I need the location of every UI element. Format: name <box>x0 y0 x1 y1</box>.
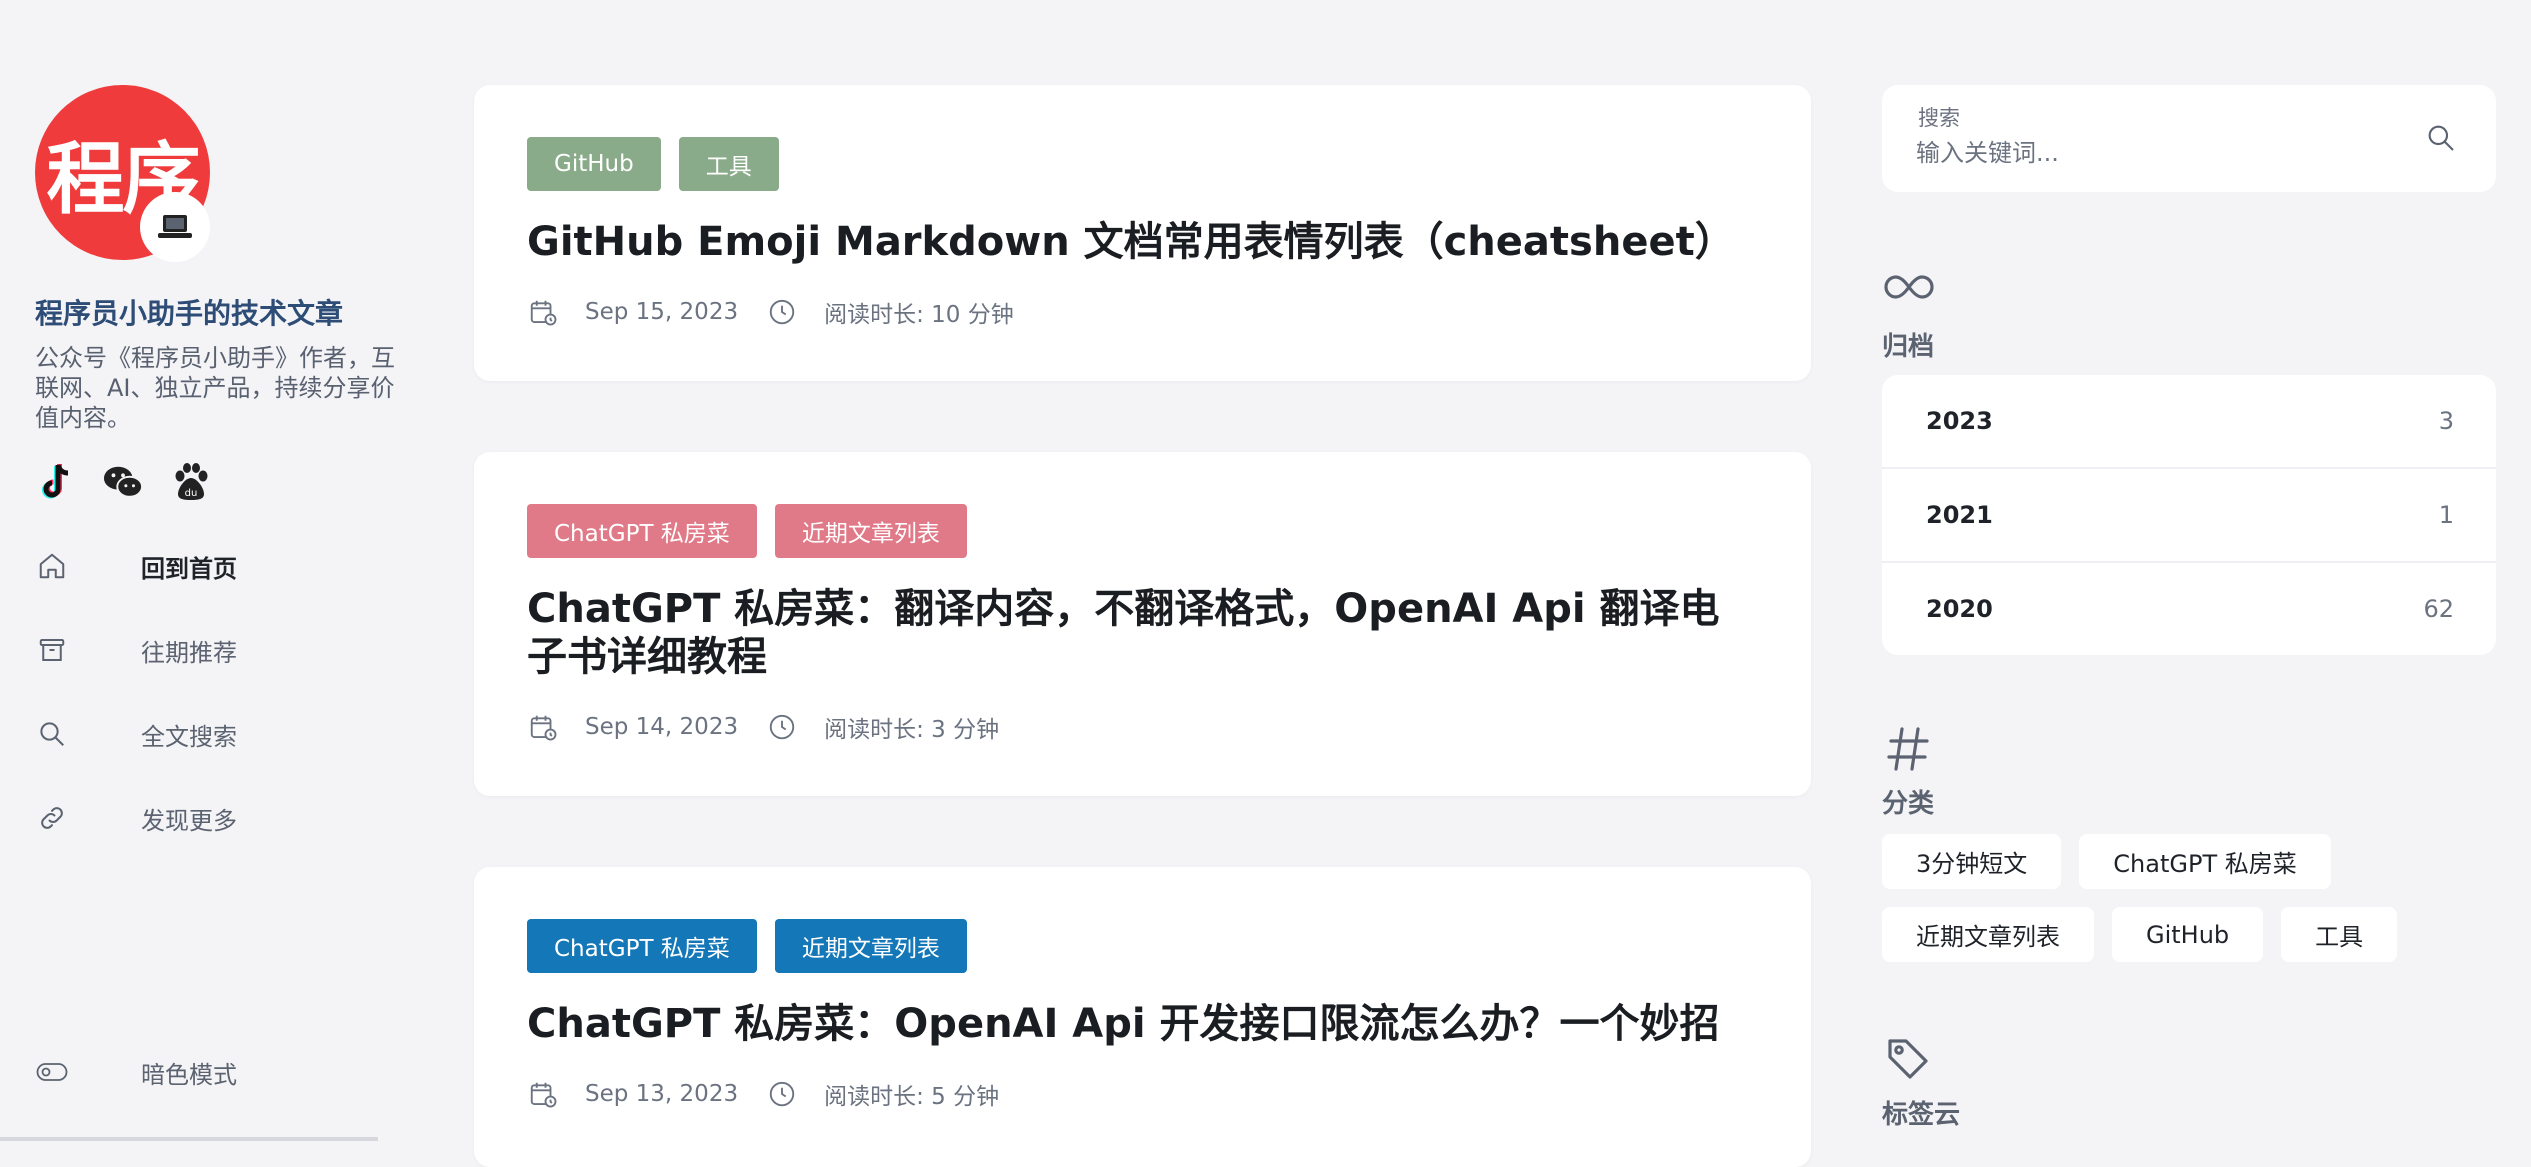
nav-more[interactable]: 发现更多 <box>35 798 237 838</box>
archive-count: 3 <box>2438 407 2454 435</box>
archive-year: 2021 <box>1926 501 1993 529</box>
calendar-icon <box>527 1078 559 1110</box>
post-tag[interactable]: ChatGPT 私房菜 <box>527 504 757 558</box>
categories-heading: 分类 <box>1882 789 1935 819</box>
archive-year: 2020 <box>1926 595 1993 623</box>
nav-search[interactable]: 全文搜索 <box>35 714 237 754</box>
laptop-icon <box>140 192 210 262</box>
social-links: du <box>35 462 211 502</box>
nav-search-label: 全文搜索 <box>141 722 237 751</box>
archive-item[interactable]: 2021 1 <box>1882 469 2496 563</box>
tiktok-icon[interactable] <box>35 462 75 502</box>
search-input[interactable] <box>1916 135 2396 171</box>
search-icon <box>35 717 69 751</box>
post-date: Sep 13, 2023 <box>585 1081 739 1107</box>
search-icon <box>2428 125 2454 151</box>
post-tags: GitHub 工具 <box>527 137 779 191</box>
post-title[interactable]: ChatGPT 私房菜：翻译内容，不翻译格式，OpenAI Api 翻译电子书详… <box>527 585 1757 681</box>
hash-icon <box>1886 725 1930 777</box>
post-read-time: 阅读时长: 3 分钟 <box>824 717 1000 743</box>
search-label: 搜索 <box>1918 106 1960 130</box>
post-meta: Sep 14, 2023 阅读时长: 3 分钟 <box>527 710 999 744</box>
post-tag[interactable]: GitHub <box>527 137 661 191</box>
infinity-icon <box>1884 272 1934 306</box>
svg-text:du: du <box>185 488 198 499</box>
category-chip[interactable]: 工具 <box>2281 907 2398 962</box>
nav-home-label: 回到首页 <box>141 554 237 583</box>
archive-item[interactable]: 2020 62 <box>1882 563 2496 655</box>
archive-count: 1 <box>2438 501 2454 529</box>
nav-archives-label: 往期推荐 <box>141 638 237 667</box>
category-chip[interactable]: GitHub <box>2112 907 2264 962</box>
post-tag[interactable]: ChatGPT 私房菜 <box>527 919 757 973</box>
tag-icon <box>1884 1035 1932 1087</box>
post-card[interactable]: ChatGPT 私房菜 近期文章列表 ChatGPT 私房菜：翻译内容，不翻译格… <box>474 452 1811 796</box>
post-date: Sep 15, 2023 <box>585 299 739 325</box>
post-read-time: 阅读时长: 10 分钟 <box>824 302 1014 328</box>
clock-icon <box>766 296 798 328</box>
toggle-icon <box>35 1055 69 1089</box>
category-chip[interactable]: ChatGPT 私房菜 <box>2079 834 2331 889</box>
post-title[interactable]: ChatGPT 私房菜：OpenAI Api 开发接口限流怎么办？一个妙招 <box>527 1000 1757 1048</box>
tagcloud-heading: 标签云 <box>1882 1100 1961 1130</box>
post-meta: Sep 15, 2023 阅读时长: 10 分钟 <box>527 295 1014 329</box>
post-date: Sep 14, 2023 <box>585 714 739 740</box>
archive-year: 2023 <box>1926 407 1993 435</box>
search-box: 搜索 <box>1882 85 2496 192</box>
archive-item[interactable]: 2023 3 <box>1882 375 2496 469</box>
clock-icon <box>766 711 798 743</box>
post-read-time: 阅读时长: 5 分钟 <box>824 1084 1000 1110</box>
post-meta: Sep 13, 2023 阅读时长: 5 分钟 <box>527 1077 999 1111</box>
link-icon <box>35 801 69 835</box>
calendar-icon <box>527 296 559 328</box>
post-tags: ChatGPT 私房菜 近期文章列表 <box>527 919 967 973</box>
wechat-icon[interactable] <box>103 462 143 502</box>
home-icon <box>35 549 69 583</box>
clock-icon <box>766 1078 798 1110</box>
nav-home[interactable]: 回到首页 <box>35 546 237 586</box>
search-button[interactable] <box>2422 119 2460 157</box>
site-title[interactable]: 程序员小助手的技术文章 <box>35 292 343 332</box>
nav-archives[interactable]: 往期推荐 <box>35 630 237 670</box>
post-card[interactable]: ChatGPT 私房菜 近期文章列表 ChatGPT 私房菜：OpenAI Ap… <box>474 867 1811 1167</box>
archive-count: 62 <box>2423 595 2454 623</box>
post-tag[interactable]: 近期文章列表 <box>774 504 967 558</box>
scrollbar[interactable] <box>0 1137 378 1141</box>
calendar-icon <box>527 711 559 743</box>
post-card[interactable]: GitHub 工具 GitHub Emoji Markdown 文档常用表情列表… <box>474 85 1811 381</box>
nav-more-label: 发现更多 <box>141 806 237 835</box>
post-title[interactable]: GitHub Emoji Markdown 文档常用表情列表（cheatshee… <box>527 218 1757 266</box>
dark-mode-label: 暗色模式 <box>141 1060 237 1089</box>
site-description: 公众号《程序员小助手》作者，互联网、AI、独立产品，持续分享价值内容。 <box>35 344 395 432</box>
post-tag[interactable]: 近期文章列表 <box>774 919 967 973</box>
archive-list: 2023 3 2021 1 2020 62 <box>1882 375 2496 655</box>
dark-mode-toggle[interactable]: 暗色模式 <box>35 1052 237 1092</box>
baidu-icon[interactable]: du <box>171 462 211 502</box>
post-tag[interactable]: 工具 <box>678 137 779 191</box>
category-list: 3分钟短文 ChatGPT 私房菜 近期文章列表 GitHub 工具 <box>1882 834 2502 962</box>
archive-heading: 归档 <box>1882 332 1935 362</box>
category-chip[interactable]: 近期文章列表 <box>1882 907 2094 962</box>
archive-box-icon <box>35 633 69 667</box>
post-tags: ChatGPT 私房菜 近期文章列表 <box>527 504 967 558</box>
category-chip[interactable]: 3分钟短文 <box>1882 834 2062 889</box>
